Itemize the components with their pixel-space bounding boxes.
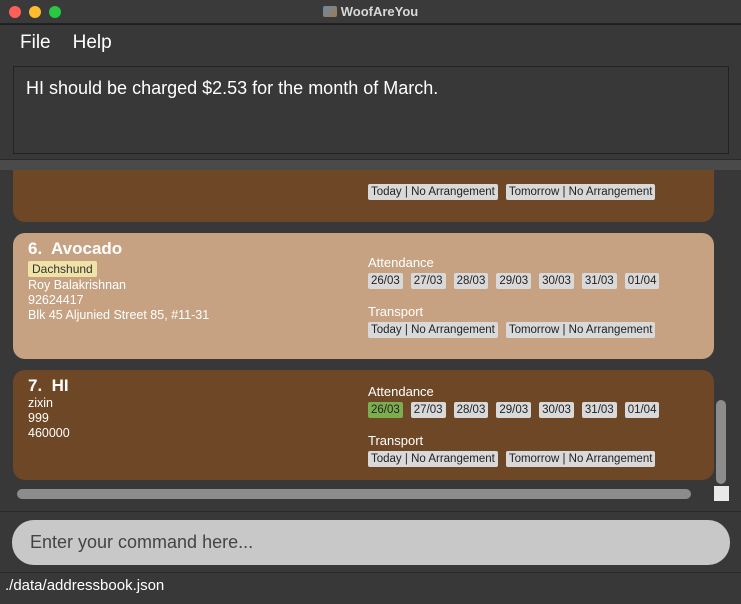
transport-label: Transport xyxy=(368,304,424,319)
transport-chip-today: Today | No Arrangement xyxy=(368,451,498,467)
window-controls xyxy=(9,6,61,18)
command-area xyxy=(0,511,741,572)
window-title: WoofAreYou xyxy=(322,4,419,19)
app-icon xyxy=(322,6,337,17)
transport-chip-tomorrow: Tomorrow | No Arrangement xyxy=(505,322,656,338)
attendance-section: Attendance 26/03 27/03 28/03 29/03 30/03… xyxy=(368,255,660,289)
window-title-text: WoofAreYou xyxy=(340,4,419,19)
attendance-chip: 31/03 xyxy=(581,402,617,418)
attendance-chip: 28/03 xyxy=(453,402,489,418)
minimize-window-button[interactable] xyxy=(29,6,41,18)
transport-label: Transport xyxy=(368,433,424,448)
attendance-chip: 01/04 xyxy=(624,273,660,289)
vertical-scrollbar-thumb[interactable] xyxy=(716,400,726,484)
menu-file[interactable]: File xyxy=(20,32,51,54)
menu-bar: File Help xyxy=(0,25,741,61)
horizontal-scrollbar-thumb[interactable] xyxy=(17,489,691,499)
attendance-chip: 26/03 xyxy=(368,273,403,289)
attendance-chip: 27/03 xyxy=(410,402,446,418)
attendance-chip: 29/03 xyxy=(496,273,532,289)
attendance-chip: 30/03 xyxy=(539,273,574,289)
transport-chip-today: Today | No Arrangement xyxy=(368,184,498,200)
attendance-chip: 28/03 xyxy=(453,273,489,289)
pet-card[interactable]: 7. HI zixin 999 460000 Attendance 26/03 … xyxy=(13,370,714,480)
command-input[interactable] xyxy=(12,520,730,565)
menu-help[interactable]: Help xyxy=(73,32,112,54)
attendance-chip: 31/03 xyxy=(581,273,617,289)
transport-section: Transport Today | No Arrangement Tomorro… xyxy=(368,304,656,338)
pet-index: 7. xyxy=(28,376,43,395)
attendance-chip-present: 26/03 xyxy=(368,402,403,418)
transport-section: Today | No Arrangement Tomorrow | No Arr… xyxy=(368,184,656,200)
pet-list: Today | No Arrangement Tomorrow | No Arr… xyxy=(0,170,741,511)
pet-index: 6. xyxy=(28,239,43,258)
attendance-label: Attendance xyxy=(368,255,434,270)
attendance-chip: 01/04 xyxy=(624,402,660,418)
scrollbar-corner xyxy=(714,486,729,501)
split-divider[interactable] xyxy=(0,159,741,170)
result-display: HI should be charged $2.53 for the month… xyxy=(13,66,729,154)
pet-name-text: HI xyxy=(51,376,69,395)
attendance-section: Attendance 26/03 27/03 28/03 29/03 30/03… xyxy=(368,384,660,418)
transport-chip-tomorrow: Tomorrow | No Arrangement xyxy=(505,184,656,200)
close-window-button[interactable] xyxy=(9,6,21,18)
maximize-window-button[interactable] xyxy=(49,6,61,18)
transport-chip-today: Today | No Arrangement xyxy=(368,322,498,338)
pet-card[interactable]: Today | No Arrangement Tomorrow | No Arr… xyxy=(13,170,714,222)
pet-name-text: Avocado xyxy=(51,239,123,258)
transport-chip-tomorrow: Tomorrow | No Arrangement xyxy=(505,451,656,467)
breed-tag: Dachshund xyxy=(28,261,97,277)
attendance-chip: 27/03 xyxy=(410,273,446,289)
transport-section: Transport Today | No Arrangement Tomorro… xyxy=(368,433,656,467)
attendance-chip: 30/03 xyxy=(539,402,574,418)
title-bar: WoofAreYou xyxy=(0,0,741,24)
result-panel: HI should be charged $2.53 for the month… xyxy=(0,61,741,159)
attendance-label: Attendance xyxy=(368,384,434,399)
status-bar-file-path: ./data/addressbook.json xyxy=(0,572,741,604)
pet-card[interactable]: 6. Avocado Dachshund Roy Balakrishnan 92… xyxy=(13,233,714,359)
attendance-chip: 29/03 xyxy=(496,402,532,418)
